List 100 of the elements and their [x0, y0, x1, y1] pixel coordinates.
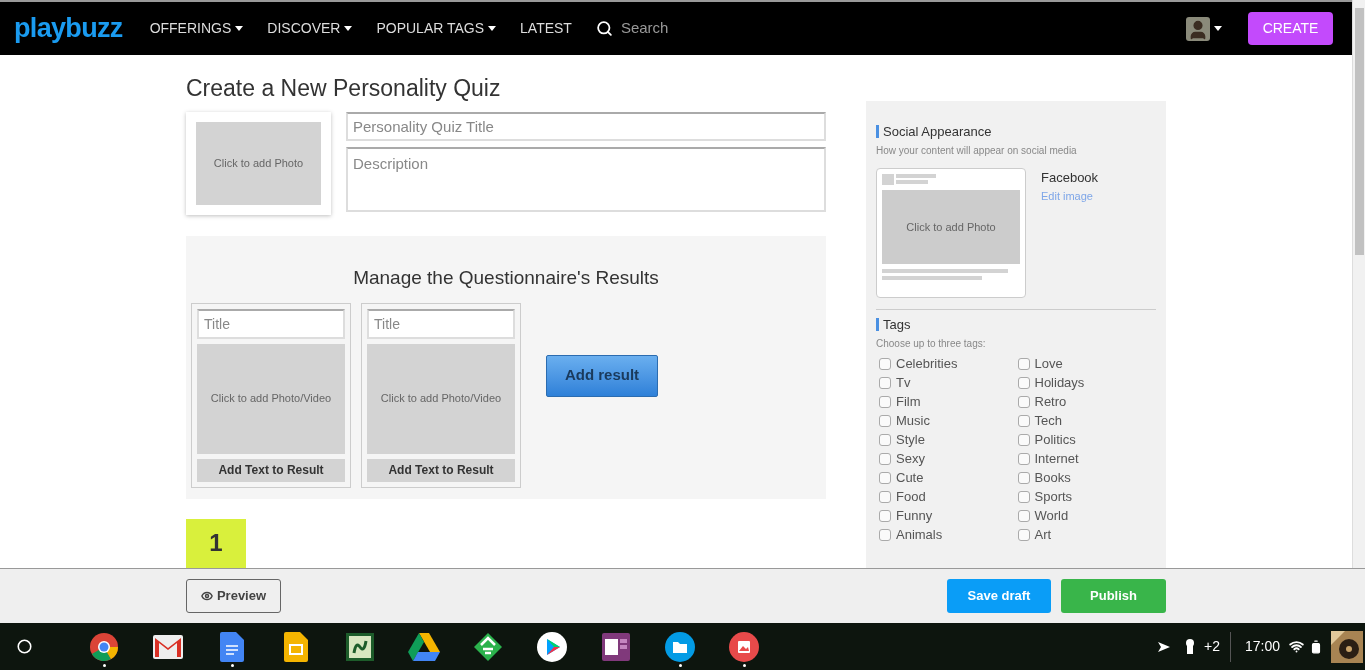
add-media-placeholder[interactable]: Click to add Photo/Video [197, 343, 345, 454]
tag-checkbox[interactable] [879, 452, 891, 465]
tag-checkbox[interactable] [879, 414, 891, 427]
tag-checkbox[interactable] [1017, 509, 1030, 522]
tag-checkbox[interactable] [879, 376, 891, 389]
notification-count[interactable]: +2 [1204, 636, 1220, 657]
add-media-placeholder[interactable]: Click to add Photo/Video [367, 343, 515, 454]
running-indicator [102, 664, 106, 667]
logo[interactable]: playbuzz [14, 15, 123, 42]
caret-icon [1214, 26, 1222, 31]
tag-checkbox[interactable] [1017, 471, 1030, 484]
running-indicator [230, 664, 234, 667]
tag-checkbox[interactable] [879, 395, 891, 408]
caret-icon [488, 26, 497, 31]
avatar-placeholder [882, 174, 894, 185]
tag-checkbox[interactable] [879, 509, 891, 522]
tag-label: Tv [896, 373, 911, 392]
tag-checkbox[interactable] [1017, 452, 1030, 465]
tags-subtitle: Choose up to three tags: [876, 337, 987, 351]
add-text-button[interactable]: Add Text to Result [367, 458, 515, 482]
nav-menu-item[interactable]: POPULAR TAGS [376, 18, 497, 39]
tag-label: Art [1034, 525, 1052, 544]
eye-icon [200, 590, 213, 602]
tag-label: Cute [896, 468, 924, 487]
tag-checkbox[interactable] [1017, 490, 1030, 503]
tag-checkbox[interactable] [1017, 357, 1030, 370]
tag-checkbox[interactable] [1017, 376, 1030, 389]
play-store-icon[interactable] [537, 631, 567, 662]
tag-checkbox[interactable] [1017, 433, 1030, 446]
nav-menu-item[interactable]: LATEST [520, 18, 572, 39]
tag-label: Internet [1034, 449, 1079, 468]
image-icon[interactable] [729, 631, 759, 662]
text-line-placeholder [896, 174, 936, 178]
page-title: Create a New Personality Quiz [186, 75, 502, 101]
add-text-button[interactable]: Add Text to Result [197, 458, 345, 482]
tag-label: Sports [1034, 487, 1073, 506]
folder-icon[interactable] [665, 631, 695, 662]
tag-label: Food [896, 487, 926, 506]
search-icon[interactable] [595, 20, 613, 37]
tag-label: Sexy [896, 449, 925, 468]
mail-icon[interactable] [153, 634, 183, 659]
tag-checkbox[interactable] [879, 433, 891, 446]
browser-icon[interactable] [89, 631, 119, 662]
tag-label: Politics [1034, 430, 1076, 449]
drive-icon[interactable] [408, 632, 440, 661]
tag-checkbox[interactable] [879, 471, 891, 484]
tag-checkbox[interactable] [879, 528, 891, 541]
tag-label: Love [1034, 354, 1063, 373]
tag-label: Music [896, 411, 930, 430]
scrollbar[interactable] [1352, 0, 1365, 568]
tag-checkbox[interactable] [1017, 414, 1030, 427]
launcher-icon[interactable] [17, 639, 32, 654]
social-subtitle: How your content will appear on social media [876, 144, 1078, 158]
tag-label: Tech [1034, 411, 1062, 430]
tag-checkbox[interactable] [879, 490, 891, 503]
search-field[interactable]: Search [620, 17, 741, 40]
add-photo-placeholder[interactable]: Click to add Photo [196, 122, 321, 205]
tags-heading: Tags [876, 318, 1156, 331]
tag-checkbox[interactable] [1017, 528, 1030, 541]
tag-label: Holidays [1034, 373, 1085, 392]
document-icon[interactable] [220, 631, 244, 662]
clock[interactable]: 17:00 [1244, 636, 1280, 657]
quiz-title-field[interactable]: Personality Quiz Title [346, 112, 826, 141]
slides-icon[interactable] [284, 631, 308, 662]
tag-checkbox[interactable] [879, 357, 891, 370]
nav-menu-item[interactable]: DISCOVER [267, 18, 353, 39]
wifi-icon[interactable] [1289, 639, 1304, 654]
preview-button[interactable]: Preview [186, 579, 281, 613]
tag-label: Style [896, 430, 925, 449]
add-result-button[interactable]: Add result [546, 354, 658, 397]
feed-icon[interactable] [473, 631, 503, 662]
tag-label: Animals [896, 525, 943, 544]
network-name: Facebook [1041, 169, 1099, 187]
avatar[interactable] [1186, 16, 1210, 41]
running-indicator [678, 664, 682, 667]
nav-menu-item[interactable]: OFFERINGS [149, 18, 244, 39]
tag-label: World [1034, 506, 1069, 525]
social-heading: Social Appearance [876, 125, 1156, 138]
app-icon[interactable] [346, 632, 374, 661]
cast-icon[interactable] [1157, 639, 1171, 654]
caret-icon [344, 26, 353, 31]
question-number-badge: 1 [186, 518, 246, 568]
tag-label: Books [1034, 468, 1071, 487]
results-heading: Manage the Questionnaire's Results [352, 266, 660, 290]
notebook-icon[interactable] [602, 632, 630, 661]
tag-label: Film [896, 392, 921, 411]
tag-checkbox[interactable] [1017, 395, 1030, 408]
running-indicator [742, 664, 746, 667]
caret-icon [235, 26, 244, 31]
create-button[interactable]: CREATE [1248, 12, 1333, 45]
tag-label: Funny [896, 506, 933, 525]
add-photo-placeholder[interactable]: Click to add Photo [882, 190, 1020, 264]
battery-icon[interactable] [1309, 639, 1323, 654]
result-title-field[interactable]: Title [197, 308, 345, 339]
result-title-field[interactable]: Title [367, 308, 515, 339]
tag-label: Retro [1034, 392, 1067, 411]
keyhole-icon[interactable] [1185, 639, 1195, 654]
tag-label: Celebrities [896, 354, 958, 373]
text-line-placeholder [896, 180, 928, 184]
description-field[interactable]: Description [346, 147, 826, 212]
